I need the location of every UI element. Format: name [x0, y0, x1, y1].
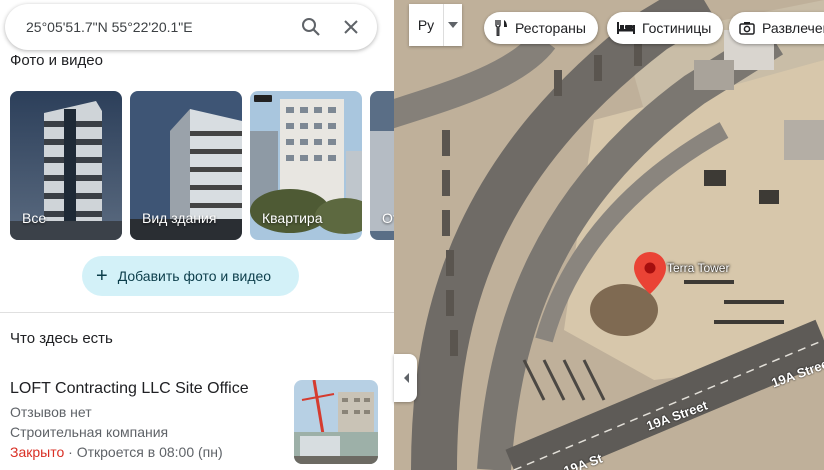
- map-pin-label[interactable]: Terra Tower: [667, 261, 729, 275]
- chevron-left-icon: [403, 373, 409, 383]
- photo-tile-other[interactable]: Oт: [370, 91, 394, 240]
- chip-hotels[interactable]: Гостиницы: [607, 12, 724, 44]
- place-card[interactable]: LOFT Contracting LLC Site Office Отзывов…: [10, 380, 290, 464]
- chip-restaurants[interactable]: Рестораны: [484, 12, 598, 44]
- chip-label: Гостиницы: [642, 20, 712, 36]
- opening-time: · Откроется в 08:00 (пн): [64, 444, 223, 460]
- photo-tile-label: Все: [22, 210, 47, 226]
- photo-tile-label: Вид здания: [142, 210, 217, 226]
- place-category: Строительная компания: [10, 424, 169, 440]
- place-reviews: Отзывов нет: [10, 404, 92, 420]
- bed-icon: [617, 22, 635, 34]
- satellite-map[interactable]: [394, 0, 824, 470]
- divider: [0, 312, 394, 313]
- photo-tile-building[interactable]: Вид здания: [130, 91, 242, 240]
- language-toggle[interactable]: Ру: [409, 4, 462, 46]
- side-panel: 25°05'51.7"N 55°22'20.1"E Фото и видео В…: [0, 0, 394, 470]
- close-icon[interactable]: [331, 7, 371, 47]
- add-photo-button-label: Добавить фото и видео: [117, 268, 272, 284]
- search-input[interactable]: 25°05'51.7"N 55°22'20.1"E: [5, 19, 291, 35]
- chevron-down-icon[interactable]: [444, 22, 462, 28]
- status-badge: Закрыто: [10, 444, 65, 460]
- chip-label: Развлечения: [762, 20, 824, 36]
- search-icon[interactable]: [291, 7, 331, 47]
- search-box[interactable]: 25°05'51.7"N 55°22'20.1"E: [5, 4, 377, 50]
- photo-tile-label: Oт: [382, 210, 394, 226]
- photo-tile-apartment[interactable]: Квартира: [250, 91, 362, 240]
- place-thumbnail[interactable]: [294, 380, 378, 464]
- photo-tile-label: Квартира: [262, 210, 323, 226]
- chip-label: Рестораны: [515, 20, 586, 36]
- photos-section-title: Фото и видео: [10, 52, 103, 69]
- plus-icon: +: [96, 265, 108, 287]
- place-hours: Закрыто · Откроется в 08:00 (пн): [10, 444, 290, 460]
- photo-tile-all[interactable]: Все: [10, 91, 122, 240]
- nearby-section-title: Что здесь есть: [10, 330, 113, 347]
- fork-knife-icon: [495, 20, 507, 36]
- place-name[interactable]: LOFT Contracting LLC Site Office: [10, 380, 290, 398]
- camera-icon: [739, 22, 755, 35]
- add-photo-button[interactable]: + Добавить фото и видео: [82, 256, 299, 296]
- collapse-panel-button[interactable]: [394, 354, 417, 402]
- language-label[interactable]: Ру: [409, 4, 444, 46]
- chip-entertainment[interactable]: Развлечения: [729, 12, 824, 44]
- photo-carousel: Все Вид здания Квартира O: [10, 91, 394, 240]
